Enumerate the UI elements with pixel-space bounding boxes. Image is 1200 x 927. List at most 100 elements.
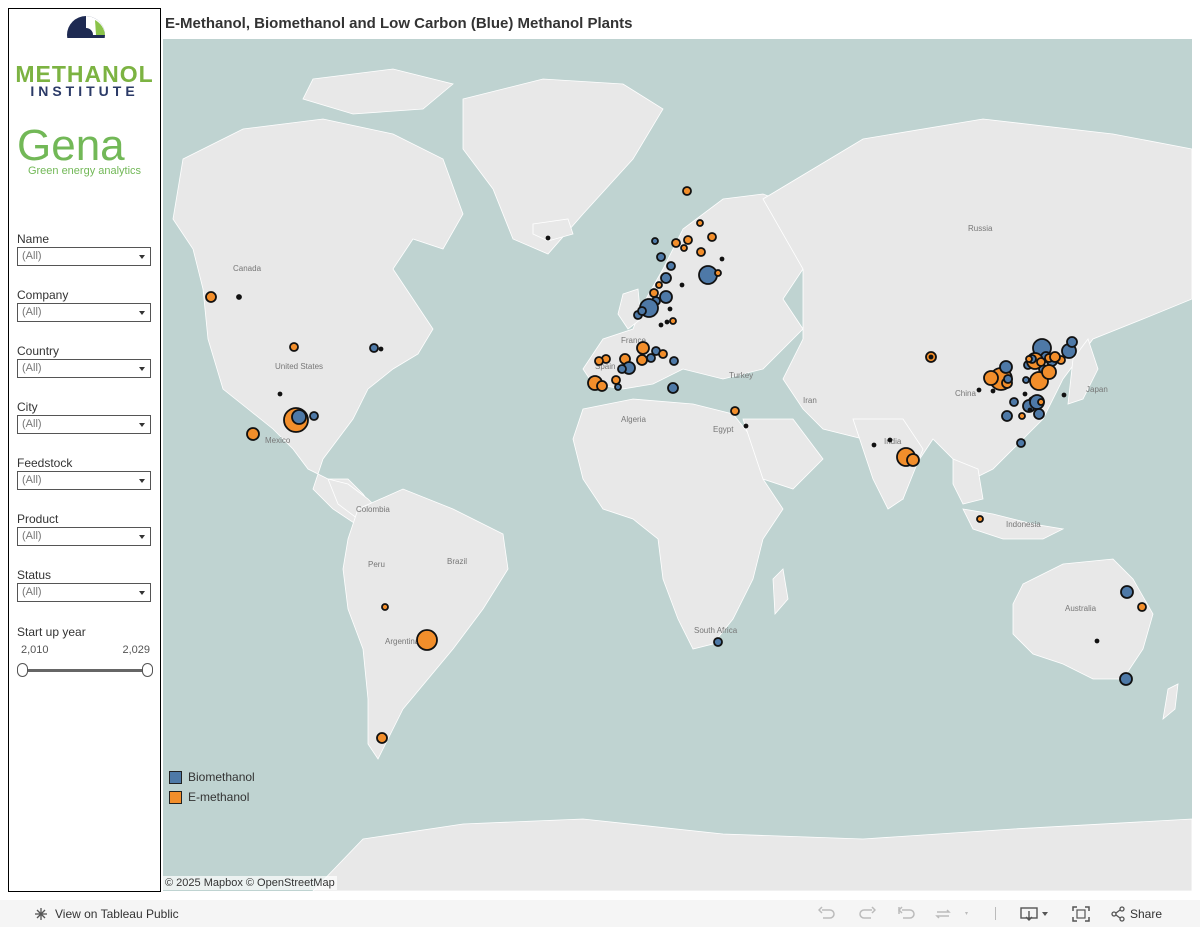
biomethanol-plant-marker[interactable] [309,411,319,421]
biomethanol-plant-marker[interactable] [1003,374,1013,384]
low-carbon-plant-marker[interactable] [928,354,934,360]
low-carbon-plant-marker[interactable] [378,346,384,352]
low-carbon-plant-marker[interactable] [679,282,685,288]
feedstock-dropdown[interactable]: (All) [17,471,151,490]
biomethanol-plant-marker[interactable] [614,383,622,391]
biomethanol-plant-marker[interactable] [659,290,673,304]
low-carbon-plant-marker[interactable] [667,306,673,312]
low-carbon-plant-marker[interactable] [1094,638,1100,644]
emethanol-plant-marker[interactable] [671,238,681,248]
biomethanol-plant-marker[interactable] [669,356,679,366]
emethanol-plant-marker[interactable] [696,247,706,257]
emethanol-plant-marker[interactable] [1036,357,1046,367]
emethanol-plant-marker[interactable] [1037,398,1045,406]
city-dropdown[interactable]: (All) [17,415,151,434]
world-map[interactable]: Canada United States Mexico Colombia Bra… [163,39,1192,891]
start-year-slider-track[interactable] [21,669,149,672]
emethanol-plant-marker[interactable] [669,317,677,325]
biomethanol-plant-marker[interactable] [999,360,1013,374]
low-carbon-plant-marker[interactable] [743,423,749,429]
product-dropdown[interactable]: (All) [17,527,151,546]
company-dropdown[interactable]: (All) [17,303,151,322]
redo-button[interactable] [858,905,876,923]
emethanol-plant-marker[interactable] [1018,412,1026,420]
revert-button[interactable] [898,905,916,923]
legend-item-emethanol[interactable]: E-methanol [169,787,255,807]
low-carbon-plant-marker[interactable] [1022,391,1028,397]
low-carbon-plant-marker[interactable] [871,442,877,448]
emethanol-plant-marker[interactable] [611,375,621,385]
start-year-max-handle[interactable] [142,663,153,677]
share-button[interactable]: Share [1111,905,1162,923]
emethanol-plant-marker[interactable] [707,232,717,242]
biomethanol-plant-marker[interactable] [1016,438,1026,448]
legend-item-biomethanol[interactable]: Biomethanol [169,767,255,787]
low-carbon-plant-marker[interactable] [236,294,242,300]
biomethanol-plant-marker[interactable] [637,306,647,316]
emethanol-plant-marker[interactable] [596,380,608,392]
emethanol-plant-marker[interactable] [682,186,692,196]
fullscreen-button[interactable] [1072,905,1090,923]
emethanol-plant-marker[interactable] [636,354,648,366]
biomethanol-plant-marker[interactable] [651,237,659,245]
biomethanol-plant-marker[interactable] [617,364,627,374]
map-attribution[interactable]: © 2025 Mapbox © OpenStreetMap [163,876,337,890]
emethanol-plant-marker[interactable] [976,515,984,523]
low-carbon-plant-marker[interactable] [277,391,283,397]
low-carbon-plant-marker[interactable] [658,322,664,328]
refresh-button[interactable] [934,905,968,923]
status-dropdown[interactable]: (All) [17,583,151,602]
biomethanol-plant-marker[interactable] [1001,410,1013,422]
emethanol-plant-marker[interactable] [906,453,920,467]
biomethanol-plant-marker[interactable] [646,353,656,363]
low-carbon-plant-marker[interactable] [545,235,551,241]
biomethanol-plant-marker[interactable] [1022,376,1030,384]
biomethanol-plant-marker[interactable] [656,252,666,262]
biomethanol-plant-marker[interactable] [1009,397,1019,407]
view-on-tableau-link[interactable]: View on Tableau Public [33,906,179,922]
biomethanol-plant-marker[interactable] [369,343,379,353]
emethanol-plant-marker[interactable] [658,349,668,359]
emethanol-plant-marker[interactable] [246,427,260,441]
biomethanol-plant-marker[interactable] [1119,672,1133,686]
emethanol-plant-marker[interactable] [696,219,704,227]
biomethanol-plant-marker[interactable] [291,409,307,425]
low-carbon-plant-marker[interactable] [719,256,725,262]
emethanol-plant-marker[interactable] [683,235,693,245]
emethanol-plant-marker[interactable] [381,603,389,611]
low-carbon-plant-marker[interactable] [1027,407,1033,413]
country-dropdown[interactable]: (All) [17,359,151,378]
emethanol-plant-marker[interactable] [680,244,688,252]
undo-button[interactable] [818,905,836,923]
emethanol-plant-marker[interactable] [1049,351,1061,363]
biomethanol-plant-marker[interactable] [667,382,679,394]
biomethanol-plant-marker[interactable] [1033,408,1045,420]
low-carbon-plant-marker[interactable] [976,387,982,393]
low-carbon-plant-marker[interactable] [990,388,996,394]
emethanol-plant-marker[interactable] [636,341,650,355]
biomethanol-plant-marker[interactable] [698,265,718,285]
low-carbon-plant-marker[interactable] [1061,392,1067,398]
emethanol-plant-marker[interactable] [983,370,999,386]
emethanol-plant-marker[interactable] [714,269,722,277]
emethanol-plant-marker[interactable] [376,732,388,744]
low-carbon-plant-marker[interactable] [887,437,893,443]
emethanol-plant-marker[interactable] [1137,602,1147,612]
emethanol-plant-marker[interactable] [1041,364,1057,380]
emethanol-plant-marker[interactable] [655,281,663,289]
emethanol-plant-marker[interactable] [205,291,217,303]
emethanol-plant-marker[interactable] [649,288,659,298]
biomethanol-plant-marker[interactable] [1066,336,1078,348]
emethanol-plant-marker[interactable] [730,406,740,416]
start-year-min-handle[interactable] [17,663,28,677]
biomethanol-plant-marker[interactable] [713,637,723,647]
name-dropdown[interactable]: (All) [17,247,151,266]
biomethanol-plant-marker[interactable] [1120,585,1134,599]
download-button[interactable] [1020,905,1052,923]
low-carbon-plant-marker[interactable] [664,319,670,325]
emethanol-plant-marker[interactable] [416,629,438,651]
biomethanol-plant-marker[interactable] [660,272,672,284]
biomethanol-plant-marker[interactable] [666,261,676,271]
emethanol-plant-marker[interactable] [594,356,604,366]
emethanol-plant-marker[interactable] [289,342,299,352]
